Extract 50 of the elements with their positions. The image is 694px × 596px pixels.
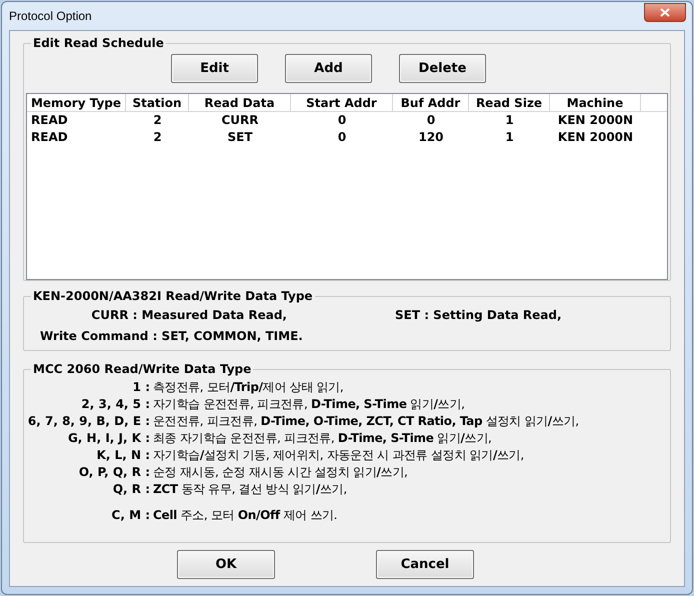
table-cell-text: 0 [336, 129, 348, 146]
table-cell-text: KEN 2000N [556, 112, 634, 129]
table-cell-text: KEN 2000N [556, 129, 634, 146]
table-cell-text: 0 [336, 112, 348, 129]
column-header: Buf Addr [393, 94, 469, 111]
table-cell-text: CURR [220, 112, 260, 129]
data-type-label: 6, 7, 8, 9, B, D, E : [26, 413, 150, 430]
table-cell-text: 1 [504, 112, 515, 129]
data-type-label: Q, R : [112, 481, 150, 498]
column-header: Read Data [189, 94, 291, 111]
table-cell-text: READ [30, 129, 69, 146]
data-type-text: Cell 주소, 모터 On/Off 제어 쓰기. [152, 507, 338, 524]
data-type-label: K, L, N : [96, 447, 150, 464]
table-cell-text: 0 [426, 112, 436, 129]
column-header: Machine [550, 94, 641, 111]
data-type-text: 측정전류, 모터/Trip/제어 상태 읽기, [152, 379, 344, 396]
data-type-label: O, P, Q, R : [78, 464, 150, 481]
dialog-button[interactable]: OK [177, 550, 275, 579]
data-type-text: 최종 자기학습 운전전류, 피크전류, D-Time, S-Time 읽기/쓰기, [152, 430, 492, 447]
data-type-text: 자기학습 운전전류, 피크전류, D-Time, S-Time 읽기/쓰기, [152, 396, 465, 413]
data-type-label: G, H, I, J, K : [66, 430, 150, 447]
close-button[interactable] [644, 2, 686, 22]
dialog-button[interactable]: Edit [171, 54, 258, 83]
table-cell-text: SET [226, 129, 254, 146]
data-type-text: ZCT 동작 유무, 결선 방식 읽기/쓰기, [152, 481, 347, 498]
data-type-text: CURR : Measured Data Read, [90, 307, 287, 324]
column-header: Station [126, 94, 189, 111]
close-icon [660, 8, 670, 16]
data-type-text: Write Command : SET, COMMON, TIME. [39, 328, 304, 345]
table-cell-text: 1 [504, 129, 515, 146]
data-type-text: 순정 재시동, 순정 재시동 시간 설정치 읽기/쓰기, [152, 464, 408, 481]
column-header: Memory Type [27, 94, 126, 111]
group-title: MCC 2060 Read/Write Data Type [31, 361, 254, 377]
column-header: Start Addr [291, 94, 393, 111]
data-type-label: 2, 3, 4, 5 : [80, 396, 150, 413]
table-cell-text: 2 [152, 129, 163, 146]
column-header: Read Size [469, 94, 550, 111]
table-cell-text: READ [30, 112, 69, 129]
group-title: KEN-2000N/AA382I Read/Write Data Type [31, 288, 315, 304]
data-type-label: C, M : [110, 507, 150, 524]
table-cell-text: 120 [417, 129, 445, 146]
dialog-button[interactable]: Cancel [376, 550, 474, 579]
table-cell-text: 2 [152, 112, 163, 129]
data-type-text: 자기학습/설정치 기동, 제어위치, 자동운전 시 과전류 설정치 읽기/쓰기, [152, 447, 524, 464]
dialog-button[interactable]: Add [285, 54, 372, 83]
window-title: Protocol Option [9, 8, 92, 25]
data-type-text: 운전전류, 피크전류, D-Time, O-Time, ZCT, CT Ratio, Tap 설정치 읽기/쓰기, [152, 413, 579, 430]
data-type-label: 1 : [132, 379, 150, 396]
data-type-text: SET : Setting Data Read, [395, 307, 562, 324]
dialog-button[interactable]: Delete [399, 54, 486, 83]
